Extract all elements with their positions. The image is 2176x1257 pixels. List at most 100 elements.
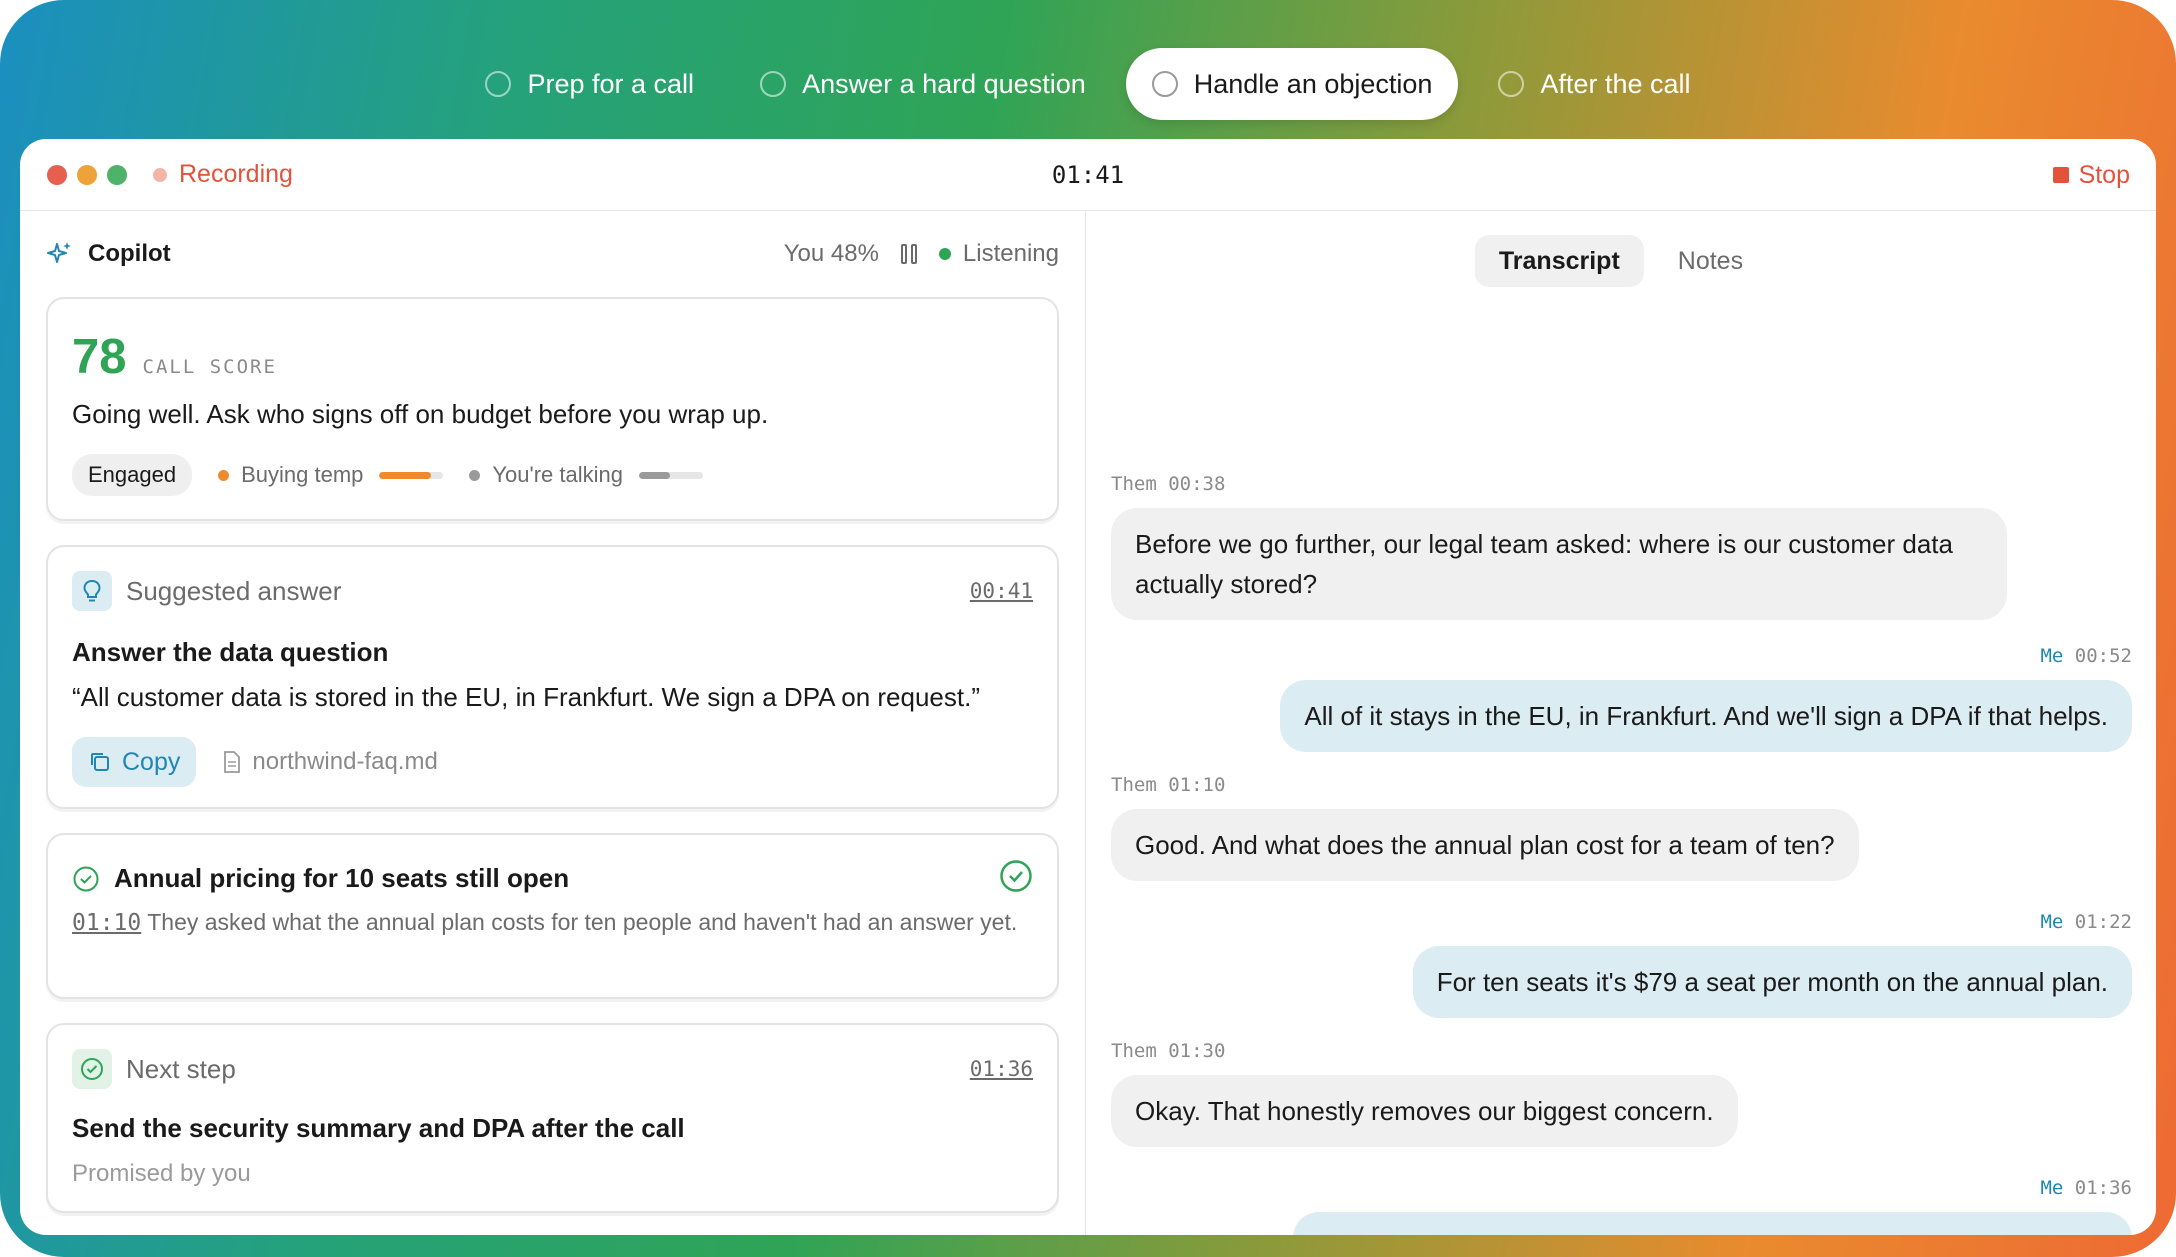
recording-indicator: Recording [153, 160, 293, 189]
suggested-answer-title: Answer the data question [72, 637, 389, 667]
message-meta: Me 01:22 [2040, 911, 2132, 933]
call-score-label: CALL SCORE [142, 356, 277, 378]
mode-tab-label: Handle an objection [1193, 68, 1433, 99]
message-speaker: Them [1111, 774, 1157, 796]
suggested-answer-quote: “All customer data is stored in the EU, … [72, 682, 980, 712]
message-meta: Me 01:36 [2040, 1177, 2132, 1199]
tab-notes[interactable]: Notes [1654, 235, 1767, 287]
buying-temp-fill [379, 471, 431, 479]
source-file-link[interactable]: northwind-faq.md [222, 748, 438, 776]
check-circle-icon [1000, 860, 1032, 892]
message-speaker: Me [2040, 645, 2064, 667]
recording-label: Recording [179, 160, 293, 188]
call-score-summary: Going well. Ask who signs off on budget … [72, 399, 769, 429]
open-item-timestamp[interactable]: 01:10 [72, 910, 141, 936]
transcript-message: Good. And what does the annual plan cost… [1111, 809, 1859, 881]
mode-tab-prep[interactable]: Prep for a call [459, 48, 720, 120]
radio-icon [485, 71, 512, 97]
engaged-badge: Engaged [72, 454, 193, 496]
talking-meter: You're talking [469, 462, 703, 488]
call-score-value: 78 [72, 330, 127, 384]
next-step-heading: Next step [126, 1053, 236, 1084]
transcript-tabs: Transcript Notes [1474, 235, 1767, 287]
listening-status: Listening [962, 240, 1059, 267]
talking-label: You're talking [492, 462, 623, 487]
message-meta: Them 01:10 [1111, 774, 1225, 796]
copilot-panel: Copilot You 48% Listening 78 CALL SCORE [20, 211, 1086, 1235]
mode-tab-label: Answer a hard question [802, 68, 1086, 99]
message-speaker: Them [1111, 1040, 1157, 1062]
transcript-message: Great. I'll send the security summary an… [1293, 1212, 2132, 1235]
stop-label: Stop [2078, 160, 2130, 189]
next-step-subtitle: Promised by you [72, 1160, 251, 1187]
message-time: 01:36 [2074, 1177, 2132, 1199]
lightbulb-icon [72, 571, 112, 611]
check-circle-icon [73, 866, 99, 891]
close-window-button[interactable] [47, 164, 67, 185]
open-item-card: Annual pricing for 10 seats still open 0… [46, 833, 1059, 999]
open-item-text: They asked what the annual plan costs fo… [147, 909, 1018, 935]
talking-fill [638, 471, 670, 479]
mode-tab-objection[interactable]: Handle an objection [1125, 48, 1459, 120]
message-speaker: Me [2040, 1177, 2064, 1199]
message-time: 00:38 [1168, 473, 1226, 495]
mode-tabs: Prep for a call Answer a hard question H… [0, 48, 2176, 120]
mode-tab-label: Prep for a call [527, 68, 695, 99]
copy-label: Copy [122, 747, 181, 776]
copilot-status: You 48% Listening [784, 240, 1059, 268]
buying-temp-label: Buying temp [241, 462, 364, 487]
open-item-title: Annual pricing for 10 seats still open [114, 863, 570, 893]
call-timer: 01:41 [1051, 161, 1125, 189]
gradient-frame: Prep for a call Answer a hard question H… [0, 0, 2176, 1257]
next-step-timestamp[interactable]: 01:36 [970, 1057, 1033, 1081]
message-time: 00:52 [2074, 645, 2132, 667]
buying-temp-bar [379, 471, 444, 479]
message-meta: Them 00:38 [1111, 473, 1225, 495]
message-time: 01:10 [1168, 774, 1226, 796]
copilot-header: Copilot You 48% Listening [46, 211, 1059, 297]
message-speaker: Me [2040, 911, 2064, 933]
mode-tab-after-call[interactable]: After the call [1472, 48, 1716, 120]
stop-button[interactable]: Stop [2052, 139, 2130, 211]
transcript-panel: Transcript Notes Them 00:38 Before we go… [1086, 211, 2156, 1235]
document-icon [224, 751, 241, 773]
maximize-window-button[interactable] [107, 164, 127, 185]
copilot-title: Copilot [46, 240, 171, 268]
message-time: 01:22 [2074, 911, 2132, 933]
listening-dot-icon [938, 248, 951, 260]
open-item-body: 01:10 They asked what the annual plan co… [72, 904, 1033, 941]
stop-icon [2052, 167, 2069, 183]
transcript-message: All of it stays in the EU, in Frankfurt.… [1280, 680, 2132, 752]
talking-bar [638, 471, 703, 479]
next-step-card: Next step 01:36 Send the security summar… [46, 1023, 1059, 1213]
pause-icon[interactable] [900, 244, 917, 264]
window-controls [47, 164, 127, 185]
transcript-message: Okay. That honestly removes our biggest … [1111, 1075, 1738, 1147]
transcript-message: Before we go further, our legal team ask… [1111, 508, 2007, 620]
radio-icon [760, 71, 787, 97]
message-meta: Me 00:52 [2040, 645, 2132, 667]
app-window: Recording 01:41 Stop Copilot You 48% Lis… [20, 139, 2156, 1235]
copy-button[interactable]: Copy [72, 737, 197, 787]
recording-dot-icon [153, 167, 167, 182]
suggested-answer-card: Suggested answer 00:41 Answer the data q… [46, 545, 1059, 809]
buying-temp-dot-icon [218, 469, 230, 481]
talk-share: You 48% [783, 240, 879, 267]
suggested-answer-timestamp[interactable]: 00:41 [970, 579, 1033, 603]
talking-dot-icon [469, 469, 481, 481]
suggested-answer-heading: Suggested answer [126, 575, 342, 606]
message-time: 01:30 [1168, 1040, 1226, 1062]
message-speaker: Them [1111, 473, 1157, 495]
mode-tab-hard-question[interactable]: Answer a hard question [734, 48, 1112, 120]
radio-icon [1498, 71, 1525, 97]
next-step-title: Send the security summary and DPA after … [72, 1113, 685, 1143]
tab-transcript[interactable]: Transcript [1474, 235, 1644, 287]
source-file-name: northwind-faq.md [252, 748, 438, 775]
sparkle-icon [47, 242, 71, 263]
call-score-card: 78 CALL SCORE Going well. Ask who signs … [46, 297, 1059, 521]
radio-icon [1151, 71, 1178, 97]
message-meta: Them 01:30 [1111, 1040, 1225, 1062]
buying-temp-meter: Buying temp [218, 462, 444, 488]
minimize-window-button[interactable] [77, 164, 97, 185]
mark-resolved-button[interactable] [999, 859, 1033, 898]
